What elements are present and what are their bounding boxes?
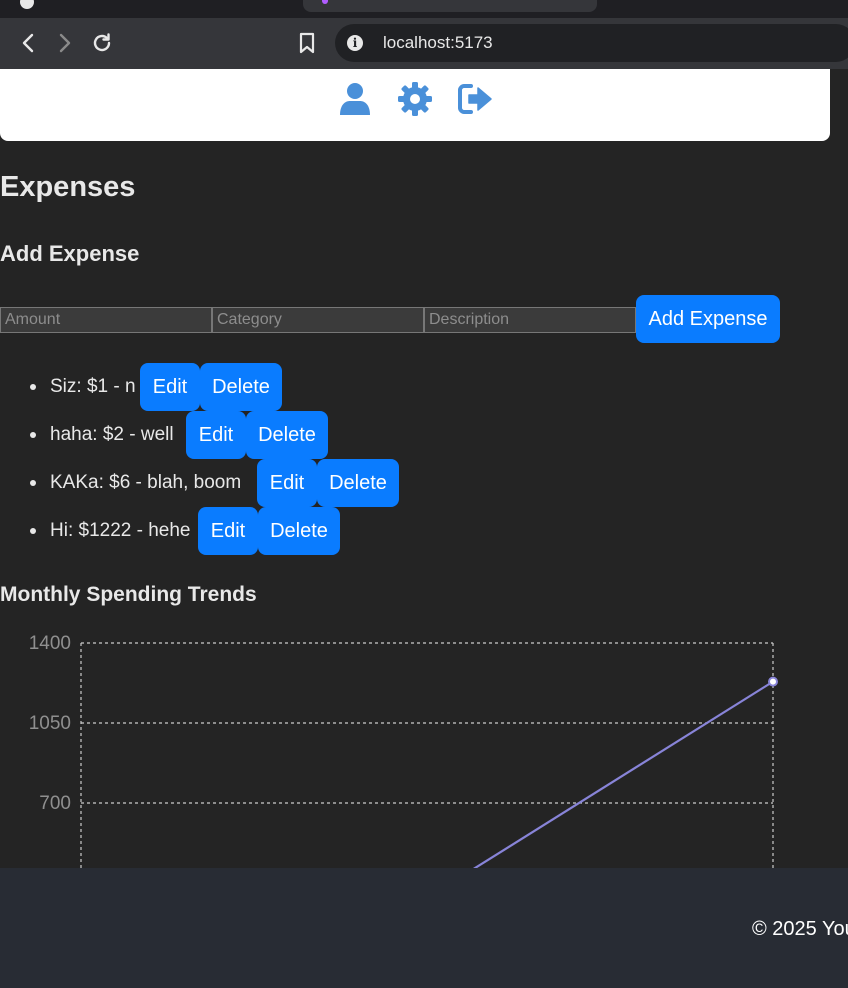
- list-item: Siz: $1 - n: [30, 363, 136, 411]
- delete-button[interactable]: Delete: [200, 363, 282, 411]
- expense-text: haha: $2 - well: [50, 424, 174, 445]
- list-bullet: [30, 480, 36, 486]
- delete-button[interactable]: Delete: [317, 459, 399, 507]
- list-bullet: [30, 384, 36, 390]
- chart-grid: [80, 642, 774, 869]
- gear-icon[interactable]: [397, 81, 433, 117]
- edit-button[interactable]: Edit: [140, 363, 200, 411]
- tab-favicon: [20, 0, 34, 9]
- footer-copyright: © 2025 You: [752, 918, 848, 940]
- bookmark-icon[interactable]: [294, 30, 320, 56]
- forward-icon[interactable]: [52, 30, 78, 56]
- y-tick-label: 700: [39, 793, 71, 814]
- list-item: haha: $2 - well: [30, 411, 174, 459]
- data-point: [768, 676, 778, 687]
- info-icon[interactable]: i: [347, 35, 363, 51]
- list-bullet: [30, 432, 36, 438]
- category-input[interactable]: [212, 307, 424, 333]
- edit-button[interactable]: Edit: [257, 459, 317, 507]
- chart-series: [471, 676, 778, 869]
- active-tab[interactable]: [303, 0, 597, 12]
- list-item: KAKa: $6 - blah, boom: [30, 459, 241, 507]
- y-axis-ticks: 1400 1050 700: [29, 633, 71, 814]
- user-icon[interactable]: [337, 81, 373, 117]
- list-bullet: [30, 528, 36, 534]
- edit-button[interactable]: Edit: [198, 507, 258, 555]
- app-header: [0, 69, 830, 141]
- spending-chart: 1400 1050 700: [29, 633, 778, 869]
- add-expense-heading: Add Expense: [0, 241, 140, 266]
- list-item: Hi: $1222 - hehe: [30, 507, 191, 555]
- page-title: Expenses: [0, 171, 136, 203]
- trends-heading: Monthly Spending Trends: [0, 583, 257, 606]
- y-tick-label: 1400: [29, 633, 71, 654]
- sign-out-icon[interactable]: [457, 81, 493, 117]
- expense-text: KAKa: $6 - blah, boom: [50, 472, 242, 493]
- back-icon[interactable]: [15, 30, 41, 56]
- y-tick-label: 1050: [29, 713, 71, 734]
- add-expense-button[interactable]: Add Expense: [636, 295, 780, 343]
- address-bar[interactable]: i localhost:5173: [335, 24, 848, 62]
- browser-toolbar: i localhost:5173: [0, 18, 848, 69]
- amount-input[interactable]: [0, 307, 212, 333]
- description-input[interactable]: [424, 307, 636, 333]
- delete-button[interactable]: Delete: [246, 411, 328, 459]
- expense-text: Siz: $1 - n: [50, 376, 136, 397]
- footer: © 2025 You: [0, 868, 848, 988]
- tab-strip: [0, 0, 848, 18]
- edit-button[interactable]: Edit: [186, 411, 246, 459]
- delete-button[interactable]: Delete: [258, 507, 340, 555]
- expense-text: Hi: $1222 - hehe: [50, 520, 191, 541]
- series-line: [471, 680, 774, 869]
- reload-icon[interactable]: [89, 30, 115, 56]
- url-text[interactable]: localhost:5173: [383, 33, 493, 53]
